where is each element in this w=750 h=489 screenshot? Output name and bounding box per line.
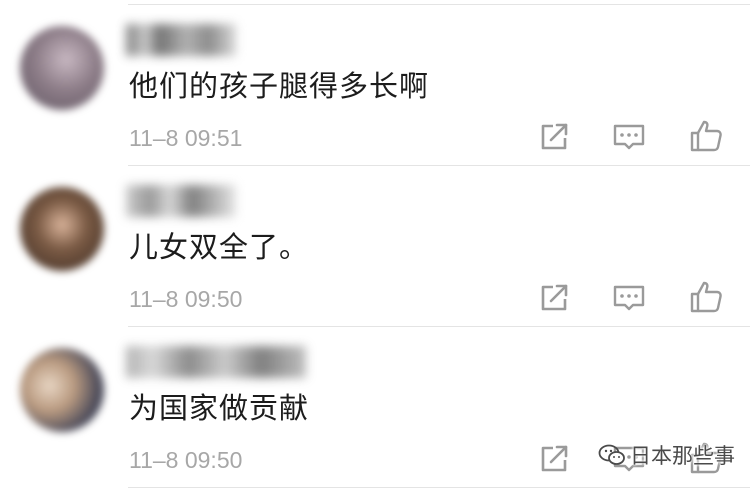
comment-time: 11–8 09:50	[129, 286, 243, 312]
watermark-text: 日本那些事	[630, 444, 735, 468]
reply-button[interactable]	[611, 279, 647, 315]
like-button[interactable]	[688, 118, 724, 154]
share-button[interactable]	[537, 279, 573, 315]
username-blurred[interactable]	[126, 346, 306, 378]
reply-icon	[613, 124, 645, 150]
reply-button[interactable]	[611, 118, 647, 154]
share-icon	[541, 445, 568, 472]
divider	[128, 487, 750, 488]
watermark: 日本那些事	[598, 440, 735, 470]
avatar[interactable]	[20, 187, 104, 271]
share-icon	[541, 123, 568, 150]
username-blurred[interactable]	[126, 185, 236, 217]
comment-time: 11–8 09:50	[129, 447, 243, 473]
like-button[interactable]	[688, 279, 724, 315]
comment-time: 11–8 09:51	[129, 125, 243, 151]
thumbs-up-icon	[690, 281, 722, 313]
username-blurred[interactable]	[126, 24, 236, 56]
wechat-logo-icon	[598, 443, 626, 467]
avatar[interactable]	[20, 348, 104, 432]
share-icon	[541, 284, 568, 311]
reply-icon	[613, 285, 645, 311]
comment-item: 他们的孩子腿得多长啊 11–8 09:51	[0, 4, 750, 165]
share-button[interactable]	[537, 118, 573, 154]
comment-text: 为国家做贡献	[129, 391, 310, 425]
thumbs-up-icon	[690, 120, 722, 152]
comment-text: 他们的孩子腿得多长啊	[129, 69, 430, 103]
avatar[interactable]	[20, 26, 104, 110]
share-button[interactable]	[537, 440, 573, 476]
comment-text: 儿女双全了。	[129, 230, 310, 264]
comment-item: 儿女双全了。 11–8 09:50	[0, 165, 750, 326]
